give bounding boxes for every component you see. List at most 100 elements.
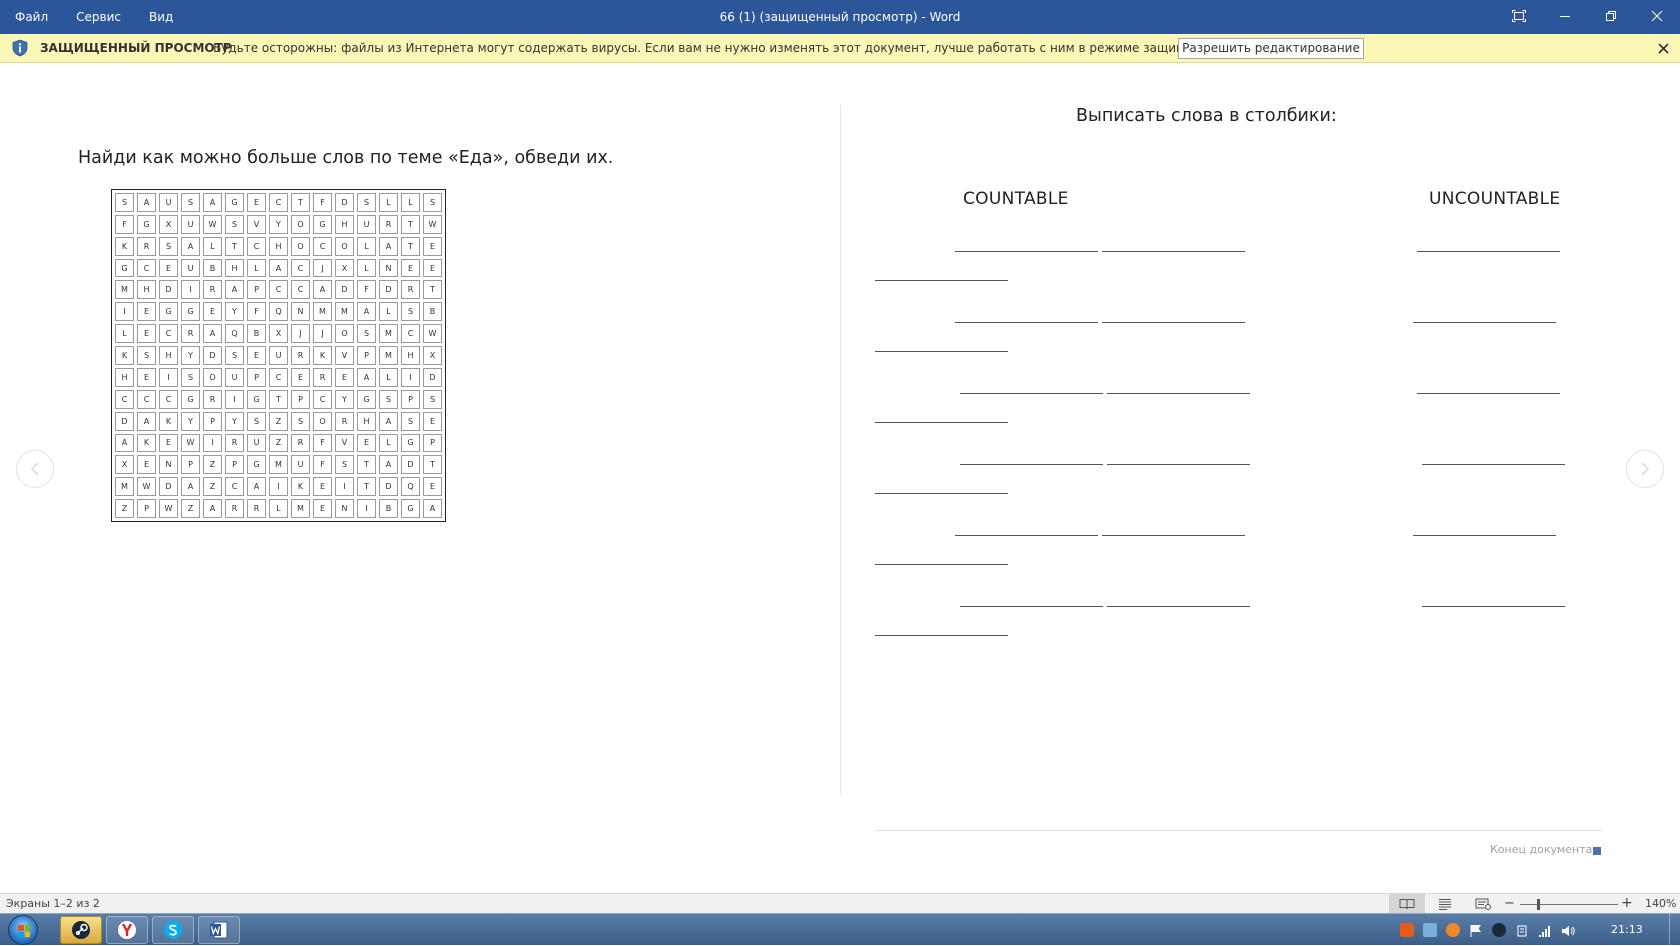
grid-cell: R <box>291 346 310 365</box>
taskbar-word[interactable] <box>198 916 240 944</box>
grid-cell: K <box>115 236 134 256</box>
grid-cell: E <box>423 477 442 497</box>
grid-cell: R <box>291 433 310 453</box>
zoom-level[interactable]: 140% <box>1645 894 1676 914</box>
grid-cell: C <box>269 367 288 387</box>
grid-cell: E <box>313 499 332 518</box>
grid-cell: A <box>357 302 376 322</box>
fullscreen-button[interactable] <box>1496 0 1542 32</box>
grid-cell: M <box>115 477 134 497</box>
close-bar-icon[interactable] <box>1656 41 1671 56</box>
answer-line <box>875 493 1008 494</box>
zoom-out-button[interactable]: − <box>1504 896 1515 912</box>
minimize-button[interactable] <box>1542 0 1588 32</box>
restore-button[interactable] <box>1588 0 1634 32</box>
grid-cell: P <box>137 499 156 518</box>
grid-cell: V <box>247 214 266 234</box>
print-layout-button[interactable] <box>1427 894 1463 914</box>
grid-cell: M <box>379 346 398 365</box>
grid-cell: P <box>203 411 222 431</box>
grid-cell: P <box>247 367 266 387</box>
grid-cell: T <box>225 236 244 256</box>
flag-icon[interactable] <box>1469 923 1483 937</box>
tray-device-icon[interactable] <box>1515 923 1529 937</box>
grid-cell: D <box>335 193 354 212</box>
read-mode-button[interactable] <box>1389 894 1425 914</box>
show-desktop-button[interactable] <box>1669 914 1680 946</box>
end-of-document-line <box>875 830 1602 831</box>
grid-cell: R <box>137 236 156 256</box>
grid-cell: D <box>203 346 222 365</box>
grid-cell: G <box>313 214 332 234</box>
volume-icon[interactable] <box>1561 923 1575 937</box>
grid-cell: E <box>159 258 178 278</box>
web-layout-button[interactable] <box>1465 894 1501 914</box>
tray-notification-icon[interactable] <box>1400 923 1414 937</box>
grid-cell: C <box>225 477 244 497</box>
grid-cell: P <box>247 280 266 300</box>
taskbar-steam[interactable] <box>60 916 102 944</box>
shield-info-icon <box>12 39 28 57</box>
grid-cell: M <box>313 302 332 322</box>
menu-view[interactable]: Вид <box>135 0 187 34</box>
menu-tools[interactable]: Сервис <box>62 0 135 34</box>
grid-cell: Z <box>181 499 200 518</box>
next-screen-button[interactable] <box>1626 450 1664 488</box>
grid-cell: X <box>115 455 134 475</box>
tray-network-app-icon[interactable] <box>1423 923 1437 937</box>
grid-cell: Q <box>225 324 244 344</box>
taskbar-skype[interactable] <box>152 916 194 944</box>
grid-cell: C <box>269 280 288 300</box>
grid-cell: G <box>247 455 266 475</box>
grid-cell: G <box>115 258 134 278</box>
grid-cell: I <box>269 477 288 497</box>
grid-cell: F <box>115 214 134 234</box>
answer-line <box>1107 606 1250 607</box>
enable-editing-button[interactable]: Разрешить редактирование <box>1178 38 1364 59</box>
end-of-document-marker <box>1593 847 1601 855</box>
grid-cell: N <box>291 302 310 322</box>
yandex-browser-icon <box>118 921 136 939</box>
tray-app-icon[interactable] <box>1446 923 1460 937</box>
signal-icon[interactable] <box>1538 923 1552 937</box>
steam-icon <box>72 921 90 939</box>
grid-cell: G <box>181 302 200 322</box>
grid-cell: J <box>313 258 332 278</box>
clock[interactable]: 21:13 <box>1611 914 1643 946</box>
grid-cell: F <box>313 193 332 212</box>
tray-steam-icon[interactable] <box>1492 923 1506 937</box>
grid-cell: R <box>401 280 420 300</box>
restore-icon <box>1606 11 1616 21</box>
zoom-slider[interactable] <box>1520 904 1618 905</box>
grid-cell: M <box>379 324 398 344</box>
sort-words-instruction: Выписать слова в столбики: <box>1076 106 1337 126</box>
answer-line <box>875 635 1008 636</box>
previous-screen-button[interactable] <box>16 450 54 488</box>
grid-cell: U <box>181 214 200 234</box>
grid-cell: R <box>225 433 244 453</box>
close-button[interactable] <box>1634 0 1680 32</box>
start-button[interactable] <box>8 915 38 945</box>
zoom-in-button[interactable]: + <box>1621 895 1633 912</box>
zoom-slider-thumb[interactable] <box>1537 899 1540 910</box>
grid-cell: X <box>423 346 442 365</box>
grid-cell: E <box>401 258 420 278</box>
grid-cell: S <box>401 302 420 322</box>
grid-cell: D <box>379 477 398 497</box>
grid-cell: D <box>335 280 354 300</box>
grid-cell: P <box>357 346 376 365</box>
grid-cell: Z <box>269 433 288 453</box>
grid-cell: G <box>137 214 156 234</box>
answer-line <box>875 564 1008 565</box>
taskbar-yandex-browser[interactable] <box>106 916 148 944</box>
menu-file[interactable]: Файл <box>0 0 62 34</box>
grid-cell: D <box>379 280 398 300</box>
grid-cell: G <box>247 389 266 409</box>
grid-cell: Z <box>203 455 222 475</box>
grid-cell: I <box>225 389 244 409</box>
grid-cell: W <box>423 324 442 344</box>
grid-cell: Q <box>269 302 288 322</box>
answer-line <box>1107 393 1250 394</box>
answer-line <box>1417 251 1560 252</box>
grid-cell: U <box>291 455 310 475</box>
